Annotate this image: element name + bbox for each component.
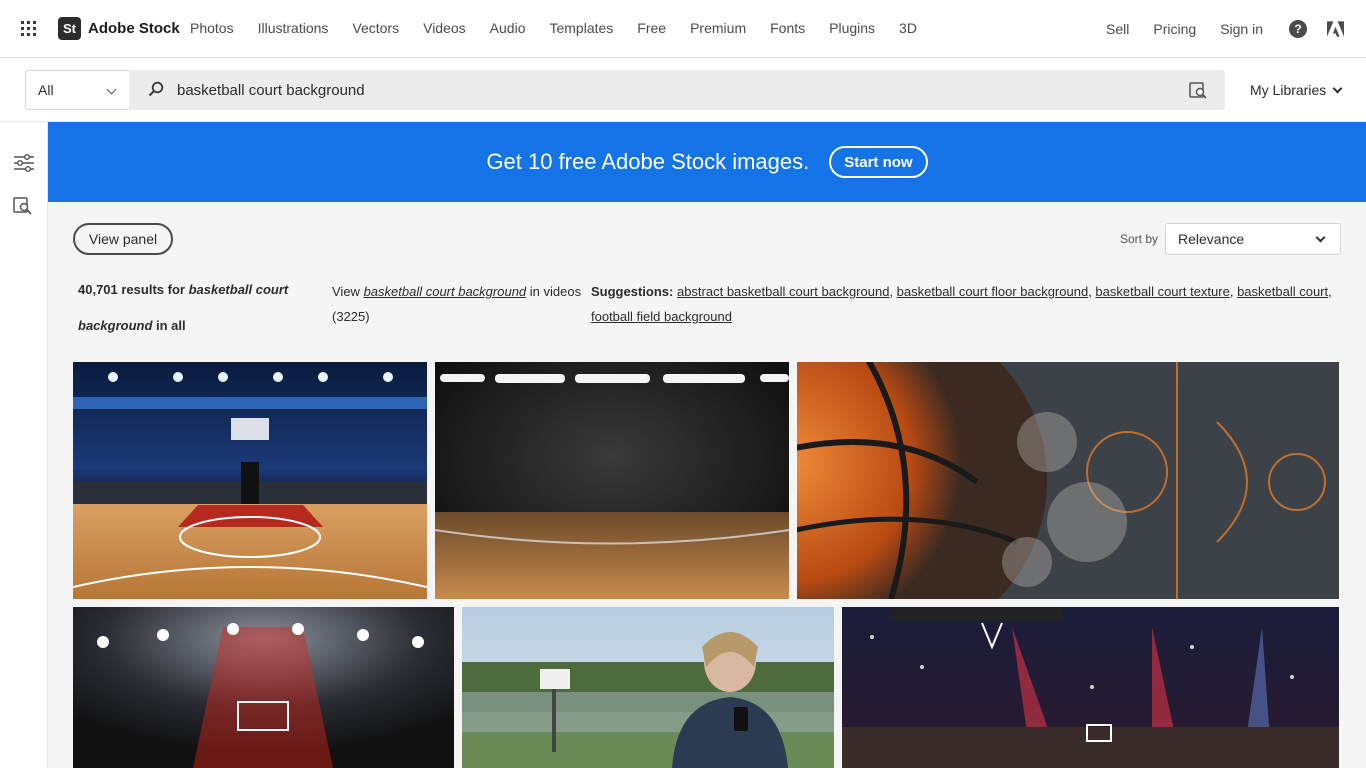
promo-banner-text: Get 10 free Adobe Stock images. xyxy=(486,149,810,174)
nav-right: Sell Pricing Sign in ? xyxy=(1082,20,1344,38)
chevron-down-icon xyxy=(1332,83,1343,93)
view-in-videos: View basketball court background in vide… xyxy=(332,279,582,329)
thumbnail-basketball-ball-court-texture[interactable] xyxy=(797,362,1339,599)
logo-mark: St xyxy=(58,17,81,40)
search-box xyxy=(129,70,1225,110)
chevron-down-icon xyxy=(1315,232,1326,243)
sort-by-label: Sort by xyxy=(1120,232,1159,246)
logo-text: Adobe Stock xyxy=(88,20,180,37)
filters-icon[interactable] xyxy=(13,153,35,173)
nav-free[interactable]: Free xyxy=(637,20,666,36)
search-scope-dropdown[interactable]: All xyxy=(25,70,129,110)
nav-photos[interactable]: Photos xyxy=(190,20,234,36)
search-scope-value: All xyxy=(38,82,54,98)
suggestion-link[interactable]: basketball court xyxy=(1237,284,1328,299)
app-switcher-icon[interactable] xyxy=(21,21,36,36)
suggestion-link[interactable]: abstract basketball court background xyxy=(677,284,889,299)
search-icon[interactable] xyxy=(148,81,164,97)
start-now-button[interactable]: Start now xyxy=(829,146,928,178)
suggestion-link[interactable]: basketball court floor background xyxy=(897,284,1089,299)
suggestions-label: Suggestions: xyxy=(591,284,674,299)
search-input[interactable] xyxy=(177,78,1177,102)
adobe-stock-logo[interactable]: St Adobe Stock xyxy=(58,17,180,40)
results-summary: 40,701 results for basketball court back… xyxy=(78,272,298,344)
suggestion-link[interactable]: football field background xyxy=(591,309,732,324)
nav-3d[interactable]: 3D xyxy=(899,20,917,36)
nav-templates[interactable]: Templates xyxy=(549,20,613,36)
suggestions: Suggestions: abstract basketball court b… xyxy=(591,284,1332,324)
thumbnail-crowded-arena-hoop[interactable] xyxy=(842,607,1339,768)
nav-vectors[interactable]: Vectors xyxy=(352,20,399,36)
nav-premium[interactable]: Premium xyxy=(690,20,746,36)
view-in-prefix: View xyxy=(332,284,364,299)
sort-by-value: Relevance xyxy=(1178,231,1245,247)
nav-plugins[interactable]: Plugins xyxy=(829,20,875,36)
nav-videos[interactable]: Videos xyxy=(423,20,466,36)
suggestion-link[interactable]: basketball court texture xyxy=(1095,284,1229,299)
thumbnail-dark-wooden-floor-lights[interactable] xyxy=(435,362,789,599)
thumbnail-red-arena-spotlights[interactable] xyxy=(73,607,454,768)
help-icon[interactable]: ? xyxy=(1289,20,1307,38)
video-count: (3225) xyxy=(332,309,370,324)
sort-by-dropdown[interactable]: Relevance xyxy=(1165,223,1341,255)
nav-audio[interactable]: Audio xyxy=(490,20,526,36)
view-panel-button[interactable]: View panel xyxy=(73,223,173,255)
chevron-down-icon xyxy=(106,84,117,95)
nav-fonts[interactable]: Fonts xyxy=(770,20,805,36)
adobe-icon[interactable] xyxy=(1327,21,1344,37)
search-row: All My Libraries xyxy=(0,58,1366,122)
my-libraries-label: My Libraries xyxy=(1250,82,1327,98)
view-in-videos-link[interactable]: basketball court background xyxy=(364,284,527,299)
nav-illustrations[interactable]: Illustrations xyxy=(258,20,329,36)
my-libraries-button[interactable]: My Libraries xyxy=(1250,82,1343,98)
pricing-link[interactable]: Pricing xyxy=(1153,21,1196,37)
thumbnail-arena-court-spotlights[interactable] xyxy=(73,362,427,599)
left-rail xyxy=(0,122,48,768)
visual-search-icon[interactable] xyxy=(1189,81,1207,99)
thumbnail-woman-phone-outdoor-court[interactable] xyxy=(462,607,834,768)
visual-search-rail-icon[interactable] xyxy=(13,196,33,216)
sign-in-link[interactable]: Sign in xyxy=(1220,21,1263,37)
sell-link[interactable]: Sell xyxy=(1106,21,1129,37)
main-nav: Photos Illustrations Vectors Videos Audi… xyxy=(190,20,941,36)
results-suffix: in all xyxy=(152,318,186,333)
top-navigation: St Adobe Stock Photos Illustrations Vect… xyxy=(0,0,1366,58)
results-count: 40,701 results for xyxy=(78,282,189,297)
promo-banner: Get 10 free Adobe Stock images. Start no… xyxy=(48,122,1366,202)
view-in-suffix: in videos xyxy=(526,284,582,299)
